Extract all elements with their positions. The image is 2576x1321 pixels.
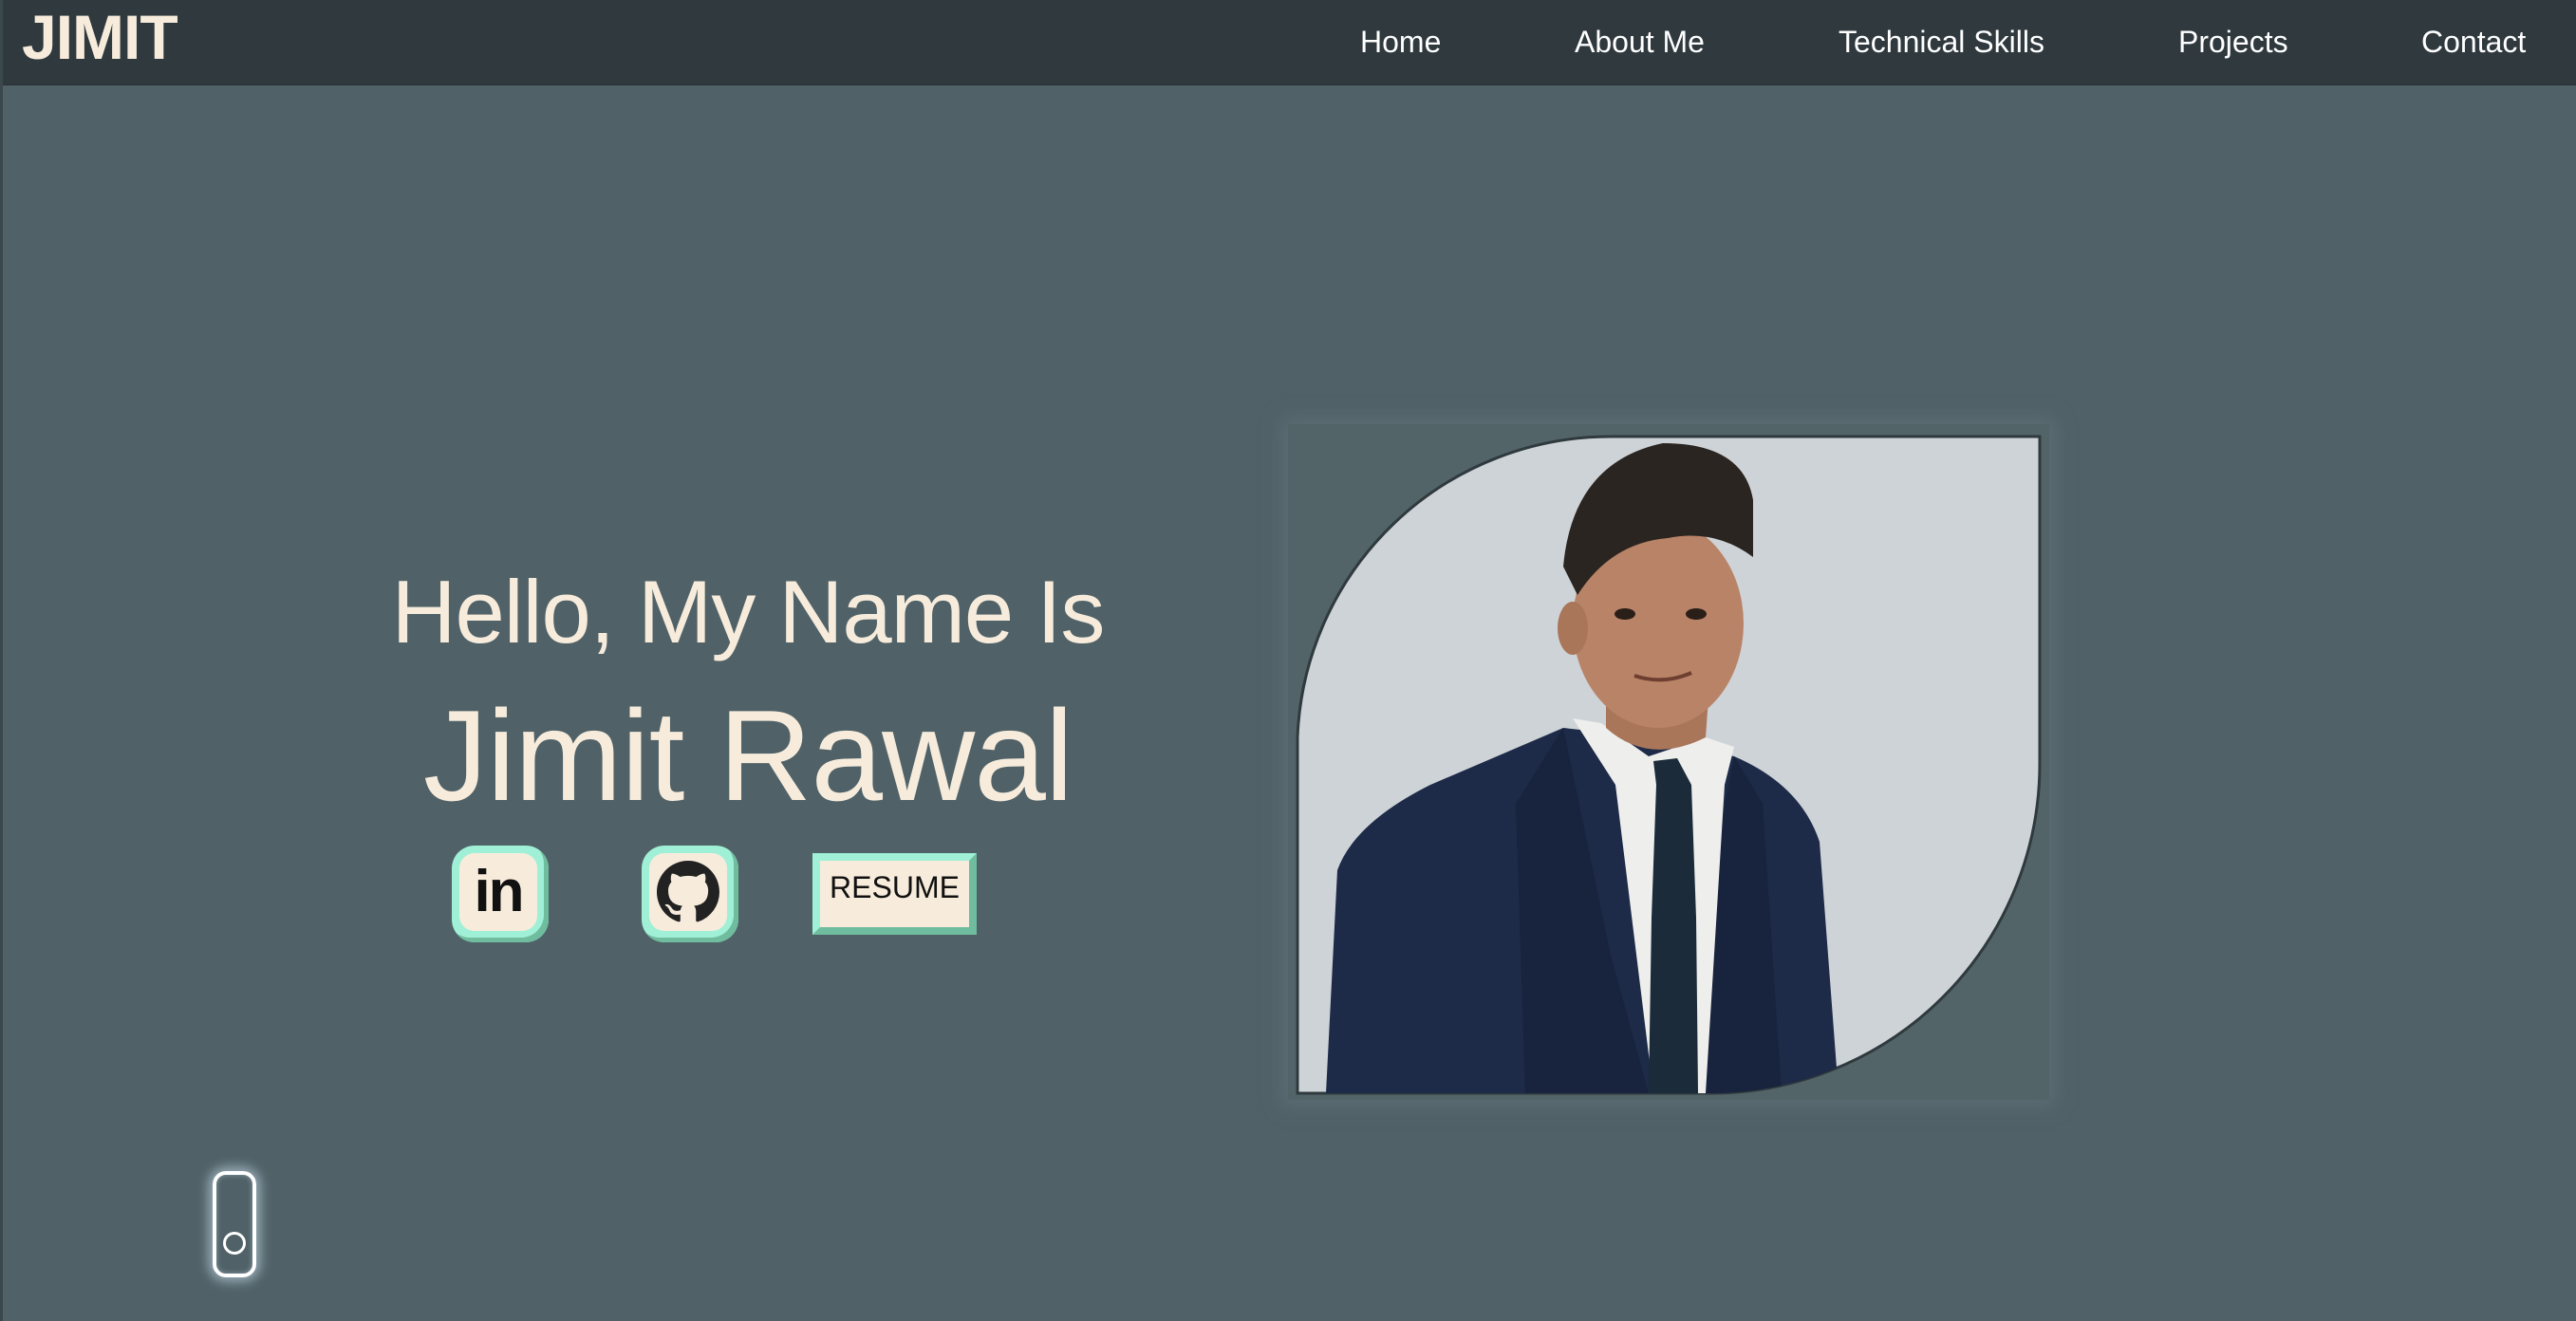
resume-button[interactable]: RESUME [812,853,977,935]
github-icon-svg [657,861,719,922]
linkedin-icon: in [459,853,537,931]
profile-photo [1296,435,2042,1095]
github-icon [649,853,727,931]
logo[interactable]: JIMIT [22,4,178,70]
nav-home[interactable]: Home [1360,23,1441,61]
nav-about-me[interactable]: About Me [1575,23,1705,61]
linkedin-button[interactable]: in [452,846,549,942]
nav-technical-skills[interactable]: Technical Skills [1839,23,2044,61]
navbar: JIMIT Home About Me Technical Skills Pro… [3,0,2576,85]
theme-toggle[interactable] [213,1171,256,1277]
nav-contact[interactable]: Contact [2421,23,2526,61]
toggle-knob-icon [223,1232,246,1255]
nav-projects[interactable]: Projects [2178,23,2288,61]
hero-name: Jimit Rawal [422,683,1073,828]
hero-greeting: Hello, My Name Is [391,562,1106,661]
profile-photo-card [1288,424,2049,1100]
github-button[interactable] [642,846,738,942]
page: JIMIT Home About Me Technical Skills Pro… [0,0,2576,1321]
linkedin-icon-text: in [474,859,524,924]
